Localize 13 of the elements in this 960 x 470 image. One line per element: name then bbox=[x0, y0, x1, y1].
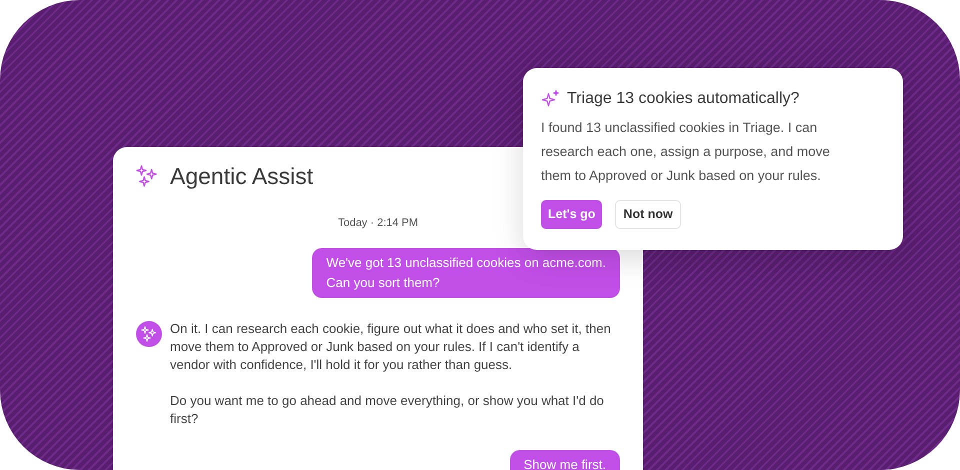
panel-title: Agentic Assist bbox=[170, 162, 314, 191]
assistant-message-text: On it. I can research each cookie, figure out what it does and who set it, then move them to Approved or Junk based on your rules. If I can't identify a vendor with confidence, I'll hold it for you rather than guess. bbox=[170, 320, 612, 374]
dismiss-button[interactable]: Not now bbox=[615, 200, 681, 229]
timestamp: Today · 2:14 PM bbox=[338, 216, 418, 231]
assistant-message-text: Do you want me to go ahead and move everything, or show you what I'd do first? bbox=[170, 392, 605, 428]
user-message-bubble: Show me first. bbox=[510, 450, 620, 470]
card-body-text: I found 13 unclassified cookies in Triage. I can research each one, assign a purpose, and move them to Approved or Junk based on your rules. bbox=[541, 119, 831, 185]
sparkles-icon bbox=[141, 326, 157, 342]
user-message-bubble: We've got 13 unclassified cookies on acme.com. Can you sort them? bbox=[312, 248, 620, 298]
sparkle-icon bbox=[541, 90, 559, 108]
sparkles-icon bbox=[136, 165, 158, 187]
confirm-button[interactable]: Let's go bbox=[541, 200, 602, 229]
card-title: Triage 13 cookies automatically? bbox=[567, 89, 800, 109]
